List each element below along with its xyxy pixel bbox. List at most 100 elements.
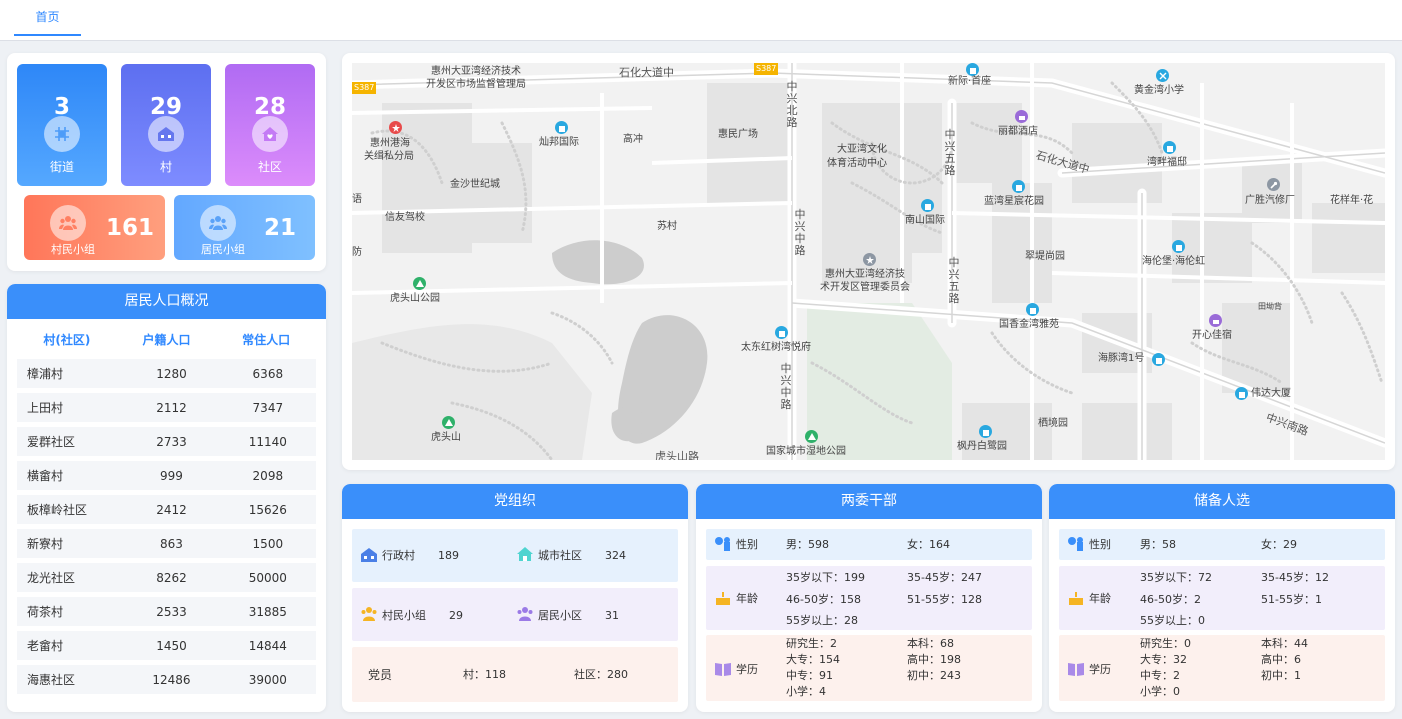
school-icon[interactable] [1156,69,1169,82]
residence-icon[interactable] [1152,353,1165,366]
government-icon[interactable] [863,253,876,266]
cell-resident: 50000 [248,570,287,585]
table-row[interactable]: 老畲村 1450 14844 [17,631,316,660]
stat-tile-street[interactable]: 3 街道 [17,64,107,186]
edu-vocational: 中专：2 [1140,669,1180,682]
cadre-education-panel: 学历 研究生：2 本科：68 大专：154 高中：198 中专：91 初中：24… [706,635,1032,701]
residence-icon[interactable] [1172,240,1185,253]
place-label: 太东红树湾悦府 [741,342,811,353]
park-icon[interactable] [413,277,426,290]
table-row[interactable]: 爱群社区 2733 11140 [17,427,316,456]
place-label: 南山国际 [905,215,945,226]
cell-area: 樟浦村 [27,367,64,381]
cadre-age-panel: 年龄 35岁以下：199 35-45岁：247 46-50岁：158 51-55… [706,566,1032,630]
cell-resident: 7347 [252,400,284,415]
road-label: 中兴北路 [786,80,798,129]
road-label: 中兴五路 [944,128,956,177]
place-label: 黄金湾小学 [1134,85,1184,96]
party-member-community: 社区：280 [574,668,628,681]
edu-high-school: 高中：6 [1261,653,1301,666]
edu-high-school: 高中：198 [907,653,961,666]
cell-registered: 2533 [156,604,187,619]
age-35-45: 35-45岁：247 [907,571,982,584]
table-row[interactable]: 荷茶村 2533 31885 [17,597,316,626]
police-icon[interactable] [389,121,402,134]
place-label: 体育活动中心 [827,158,887,169]
residence-icon[interactable] [555,121,568,134]
hotel-icon[interactable] [1209,314,1222,327]
stat-tile-villager-group[interactable]: 村民小组 161 [24,195,165,260]
residence-icon[interactable] [1026,303,1039,316]
cell-registered: 2733 [156,434,187,449]
place-label: 新际·首座 [948,76,992,87]
stat-value: 161 [105,215,154,241]
residence-icon[interactable] [979,425,992,438]
party-member-label: 党员 [368,668,393,682]
village-icon [148,116,184,152]
col-header-registered: 户籍人口 [142,332,191,347]
table-row[interactable]: 新寮村 863 1500 [17,529,316,558]
stat-tile-community[interactable]: 28 社区 [225,64,315,186]
edu-postgraduate: 研究生：0 [1140,637,1191,650]
population-table-header: 村(社区) 户籍人口 常住人口 [7,319,326,359]
female-count: 女：29 [1261,538,1297,551]
table-row[interactable]: 龙光社区 8262 50000 [17,563,316,592]
cadre-card: 两委干部 性别 男：598 女：164 年龄 35岁以下：199 35-45岁：… [696,484,1042,712]
education-label: 学历 [1089,663,1111,676]
cell-area: 龙光社区 [27,571,76,585]
users-icon [50,205,86,241]
age-label: 年龄 [736,592,758,605]
gender-label: 性别 [1089,538,1111,551]
hotel-icon[interactable] [1015,110,1028,123]
place-label: 枫丹白鹭园 [957,441,1007,452]
residence-icon[interactable] [921,199,934,212]
cell-registered: 12486 [152,672,191,687]
age-under-35: 35岁以下：199 [786,571,865,584]
stat-tile-resident-group[interactable]: 居民小组 21 [174,195,315,260]
map-view[interactable]: 石化大道中 石化大道中 中兴北路 中兴中路 中兴中路 中兴五路 中兴五路 中兴南… [352,63,1385,460]
residence-icon[interactable] [1163,141,1176,154]
age-over-55: 55岁以上：0 [1140,614,1205,627]
resident-group-label: 居民小区 [538,609,582,622]
cell-registered: 2412 [156,502,187,517]
residence-icon[interactable] [775,326,788,339]
tab-home[interactable]: 首页 [14,0,81,36]
table-row[interactable]: 樟浦村 1280 6368 [17,359,316,388]
table-row[interactable]: 板樟岭社区 2412 15626 [17,495,316,524]
female-count: 女：164 [907,538,950,551]
map-card: 石化大道中 石化大道中 中兴北路 中兴中路 中兴中路 中兴五路 中兴五路 中兴南… [342,53,1395,470]
residence-icon[interactable] [1012,180,1025,193]
city-community-icon [517,547,533,561]
road-label: 中兴中路 [780,362,792,411]
cell-area: 上田村 [27,401,64,415]
place-label: 田坳背 [1258,302,1282,311]
table-row[interactable]: 横畲村 999 2098 [17,461,316,490]
edu-college: 大专：154 [786,653,840,666]
place-label: 海伦堡·海伦虹 [1142,256,1206,267]
reserve-age-panel: 年龄 35岁以下：72 35-45岁：12 46-50岁：2 51-55岁：1 … [1059,566,1385,630]
party-member-village: 村：118 [463,668,506,681]
city-community-label: 城市社区 [538,549,582,562]
stat-tile-village[interactable]: 29 村 [121,64,211,186]
place-label: 惠州大亚湾经济技 [825,269,905,280]
road-label: 石化大道中 [619,66,674,79]
place-label: 信友驾校 [385,212,425,223]
place-label: 伟达大厦 [1251,388,1291,399]
place-label: 关缉私分局 [364,151,414,162]
table-row[interactable]: 上田村 2112 7347 [17,393,316,422]
cell-area: 爱群社区 [27,435,76,449]
age-under-35: 35岁以下：72 [1140,571,1212,584]
table-row[interactable]: 海惠社区 12486 39000 [17,665,316,694]
resident-group-value: 31 [605,609,619,622]
park-icon[interactable] [805,430,818,443]
wrench-icon[interactable] [1267,178,1280,191]
place-label: 栖境园 [1038,418,1068,429]
residence-icon[interactable] [966,63,979,76]
cell-resident: 1500 [252,536,284,551]
age-label: 年龄 [1089,592,1111,605]
edu-primary: 小学：4 [786,685,826,698]
office-icon[interactable] [1235,387,1248,400]
mountain-icon[interactable] [442,416,455,429]
age-46-50: 46-50岁：2 [1140,593,1201,606]
stat-label: 居民小组 [201,243,245,256]
